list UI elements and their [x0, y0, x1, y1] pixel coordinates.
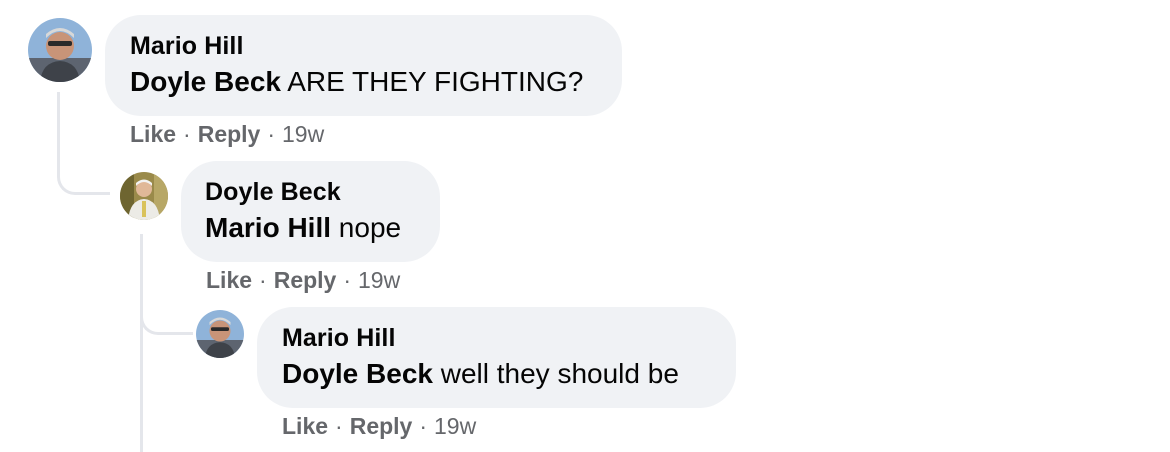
comment-actions: Like · Reply · 19w — [282, 413, 476, 440]
comment-message: nope — [331, 212, 402, 243]
comment-text: Doyle Beck ARE THEY FIGHTING? — [130, 66, 583, 98]
comment-author[interactable]: Mario Hill — [282, 324, 396, 353]
reply-connector — [57, 92, 110, 195]
separator: · — [419, 413, 428, 439]
avatar[interactable] — [28, 18, 92, 82]
like-button[interactable]: Like — [206, 267, 252, 293]
separator: · — [259, 267, 267, 293]
comment-bubble: Mario Hill Doyle Beck ARE THEY FIGHTING? — [105, 15, 622, 116]
comment-actions: Like · Reply · 19w — [206, 267, 400, 294]
mario-hill-avatar-icon — [28, 18, 92, 82]
avatar[interactable] — [120, 172, 168, 220]
separator: · — [183, 121, 191, 147]
separator: · — [343, 267, 352, 293]
comment-text: Mario Hill nope — [205, 212, 401, 244]
doyle-beck-avatar-icon — [120, 172, 168, 220]
comment-author[interactable]: Mario Hill — [130, 32, 244, 61]
avatar[interactable] — [196, 310, 244, 358]
timestamp[interactable]: 19w — [358, 267, 400, 293]
reply-button[interactable]: Reply — [198, 121, 261, 147]
comment-author[interactable]: Doyle Beck — [205, 178, 341, 207]
mention-link[interactable]: Mario Hill — [205, 212, 331, 243]
comment-bubble: Mario Hill Doyle Beck well they should b… — [257, 307, 736, 408]
comment-message: well they should be — [432, 358, 679, 389]
comment-actions: Like · Reply · 19w — [130, 121, 324, 148]
mention-link[interactable]: Doyle Beck — [282, 358, 433, 389]
mario-hill-avatar-icon — [196, 310, 244, 358]
like-button[interactable]: Like — [130, 121, 176, 147]
reply-connector — [140, 290, 193, 335]
reply-button[interactable]: Reply — [350, 413, 413, 439]
reply-button[interactable]: Reply — [274, 267, 337, 293]
mention-link[interactable]: Doyle Beck — [130, 66, 281, 97]
thread-line — [140, 234, 143, 452]
comment-bubble: Doyle Beck Mario Hill nope — [181, 161, 440, 262]
timestamp[interactable]: 19w — [434, 413, 476, 439]
timestamp[interactable]: 19w — [282, 121, 324, 147]
separator: · — [335, 413, 343, 439]
separator: · — [267, 121, 276, 147]
like-button[interactable]: Like — [282, 413, 328, 439]
comment-text: Doyle Beck well they should be — [282, 358, 679, 390]
comment-message: ARE THEY FIGHTING? — [280, 66, 584, 97]
